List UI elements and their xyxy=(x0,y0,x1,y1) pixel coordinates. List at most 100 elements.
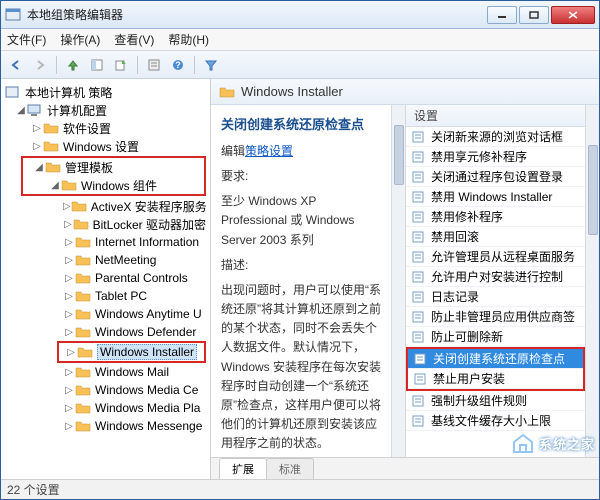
forward-button[interactable] xyxy=(29,54,51,76)
content-title: Windows Installer xyxy=(241,84,343,99)
scrollbar[interactable] xyxy=(585,105,599,457)
tree-label: 管理模板 xyxy=(65,159,113,176)
tree-windows-settings[interactable]: ▷ Windows 设置 xyxy=(1,137,210,155)
policy-icon xyxy=(5,85,21,99)
tree-item[interactable]: ▷BitLocker 驱动器加密 xyxy=(1,215,210,233)
setting-icon xyxy=(412,190,426,204)
expand-icon[interactable]: ▷ xyxy=(63,201,71,212)
setting-item[interactable]: 关闭创建系统还原检查点 xyxy=(408,349,583,369)
tree-item[interactable]: ▷Windows Anytime U xyxy=(1,305,210,323)
expand-icon[interactable]: ▷ xyxy=(31,123,43,134)
maximize-button[interactable] xyxy=(519,6,549,24)
scrollbar[interactable] xyxy=(391,105,405,457)
folder-icon xyxy=(75,289,91,303)
tree-item[interactable]: ▷Windows Messenge xyxy=(1,417,210,435)
svg-text:?: ? xyxy=(175,60,181,70)
tabs-bar: 扩展 标准 xyxy=(211,457,599,479)
expand-icon[interactable]: ▷ xyxy=(63,219,73,230)
setting-icon xyxy=(414,352,428,366)
properties-button[interactable] xyxy=(143,54,165,76)
setting-icon xyxy=(412,150,426,164)
tree-item[interactable]: ▷ Tablet PC xyxy=(1,287,210,305)
expand-icon[interactable]: ▷ xyxy=(63,291,75,302)
tree-item[interactable]: ▷Parental Controls xyxy=(1,269,210,287)
window-title: 本地组策略编辑器 xyxy=(27,6,487,23)
expand-icon[interactable]: ▷ xyxy=(63,403,75,414)
expand-icon[interactable]: ▷ xyxy=(63,309,75,320)
menu-help[interactable]: 帮助(H) xyxy=(168,31,209,48)
setting-heading: 关闭创建系统还原检查点 xyxy=(221,115,381,136)
menu-file[interactable]: 文件(F) xyxy=(7,31,46,48)
collapse-icon[interactable]: ◢ xyxy=(33,162,45,173)
setting-label: 强制升级组件规则 xyxy=(431,392,527,409)
expand-icon[interactable]: ▷ xyxy=(63,327,75,338)
setting-item[interactable]: 禁用回滚 xyxy=(406,227,585,247)
tree-item[interactable]: ▷Windows Media Ce xyxy=(1,381,210,399)
tree-admin-templates[interactable]: ◢ 管理模板 xyxy=(23,158,204,176)
setting-item[interactable]: 禁用修补程序 xyxy=(406,207,585,227)
expand-icon[interactable]: ▷ xyxy=(63,385,75,396)
setting-icon xyxy=(412,270,426,284)
computer-icon xyxy=(27,103,43,117)
tree-item[interactable]: ▷ ActiveX 安装程序服务 xyxy=(1,197,210,215)
tree-panel[interactable]: 本地计算机 策略 ◢ 计算机配置 ▷ 软件设置 ▷ Windows 设置 ◢ xyxy=(1,79,211,479)
tree-item[interactable]: ▷Windows Media Pla xyxy=(1,399,210,417)
setting-item[interactable]: 关闭新来源的浏览对话框 xyxy=(406,127,585,147)
tree-item[interactable]: ▷ Internet Information xyxy=(1,233,210,251)
expand-icon[interactable]: ▷ xyxy=(65,347,77,358)
minimize-button[interactable] xyxy=(487,6,517,24)
setting-icon xyxy=(412,394,426,408)
tree-windows-components[interactable]: ◢ Windows 组件 xyxy=(23,176,204,194)
tree-item[interactable]: ▷ Windows Defender xyxy=(1,323,210,341)
tree-item[interactable]: ▷Windows Mail xyxy=(1,363,210,381)
settings-list[interactable]: 关闭新来源的浏览对话框禁用享元修补程序关闭通过程序包设置登录禁用 Windows… xyxy=(406,127,585,457)
menu-action[interactable]: 操作(A) xyxy=(60,31,100,48)
tab-standard[interactable]: 标准 xyxy=(266,458,314,479)
setting-item[interactable]: 禁用享元修补程序 xyxy=(406,147,585,167)
menu-view[interactable]: 查看(V) xyxy=(114,31,154,48)
setting-item[interactable]: 禁止用户安装 xyxy=(408,369,583,389)
show-hide-tree-button[interactable] xyxy=(86,54,108,76)
tree-item-label: Internet Information xyxy=(95,235,199,249)
tree-item-label: Windows Defender xyxy=(95,325,196,339)
filter-button[interactable] xyxy=(200,54,222,76)
tree-computer-config[interactable]: ◢ 计算机配置 xyxy=(1,101,210,119)
setting-icon xyxy=(414,372,428,386)
setting-item[interactable]: 基线文件缓存大小上限 xyxy=(406,411,585,431)
collapse-icon[interactable]: ◢ xyxy=(49,180,61,191)
setting-item[interactable]: 强制升级组件规则 xyxy=(406,391,585,411)
up-button[interactable] xyxy=(62,54,84,76)
setting-item[interactable]: 关闭通过程序包设置登录 xyxy=(406,167,585,187)
setting-item[interactable]: 防止非管理员应用供应商签 xyxy=(406,307,585,327)
help-button[interactable]: ? xyxy=(167,54,189,76)
folder-icon xyxy=(45,160,61,174)
expand-icon[interactable]: ▷ xyxy=(31,141,43,152)
setting-item[interactable]: 允许管理员从远程桌面服务 xyxy=(406,247,585,267)
edit-policy-link[interactable]: 策略设置 xyxy=(245,144,293,158)
tree-software-settings[interactable]: ▷ 软件设置 xyxy=(1,119,210,137)
setting-item[interactable]: 日志记录 xyxy=(406,287,585,307)
tree-root[interactable]: 本地计算机 策略 xyxy=(1,83,210,101)
tree-item[interactable]: ▷NetMeeting xyxy=(1,251,210,269)
expand-icon[interactable]: ▷ xyxy=(63,237,75,248)
close-button[interactable] xyxy=(551,6,595,24)
tree-label: 计算机配置 xyxy=(47,102,107,119)
expand-icon[interactable]: ▷ xyxy=(63,255,75,266)
setting-item[interactable]: 防止可删除新 xyxy=(406,327,585,347)
folder-icon xyxy=(61,178,77,192)
expand-icon[interactable]: ▷ xyxy=(63,367,75,378)
tree-item[interactable]: ▷Windows Installer xyxy=(59,343,204,361)
tree-item-label: ActiveX 安装程序服务 xyxy=(91,198,207,215)
collapse-icon[interactable]: ◢ xyxy=(15,105,27,116)
setting-icon xyxy=(412,250,426,264)
setting-item[interactable]: 允许用户对安装进行控制 xyxy=(406,267,585,287)
expand-icon[interactable]: ▷ xyxy=(63,273,75,284)
export-button[interactable] xyxy=(110,54,132,76)
tab-extended[interactable]: 扩展 xyxy=(219,458,267,479)
tree-item-label: Tablet PC xyxy=(95,289,147,303)
setting-icon xyxy=(412,230,426,244)
content-header: Windows Installer xyxy=(211,79,599,105)
back-button[interactable] xyxy=(5,54,27,76)
setting-item[interactable]: 禁用 Windows Installer xyxy=(406,187,585,207)
expand-icon[interactable]: ▷ xyxy=(63,421,75,432)
